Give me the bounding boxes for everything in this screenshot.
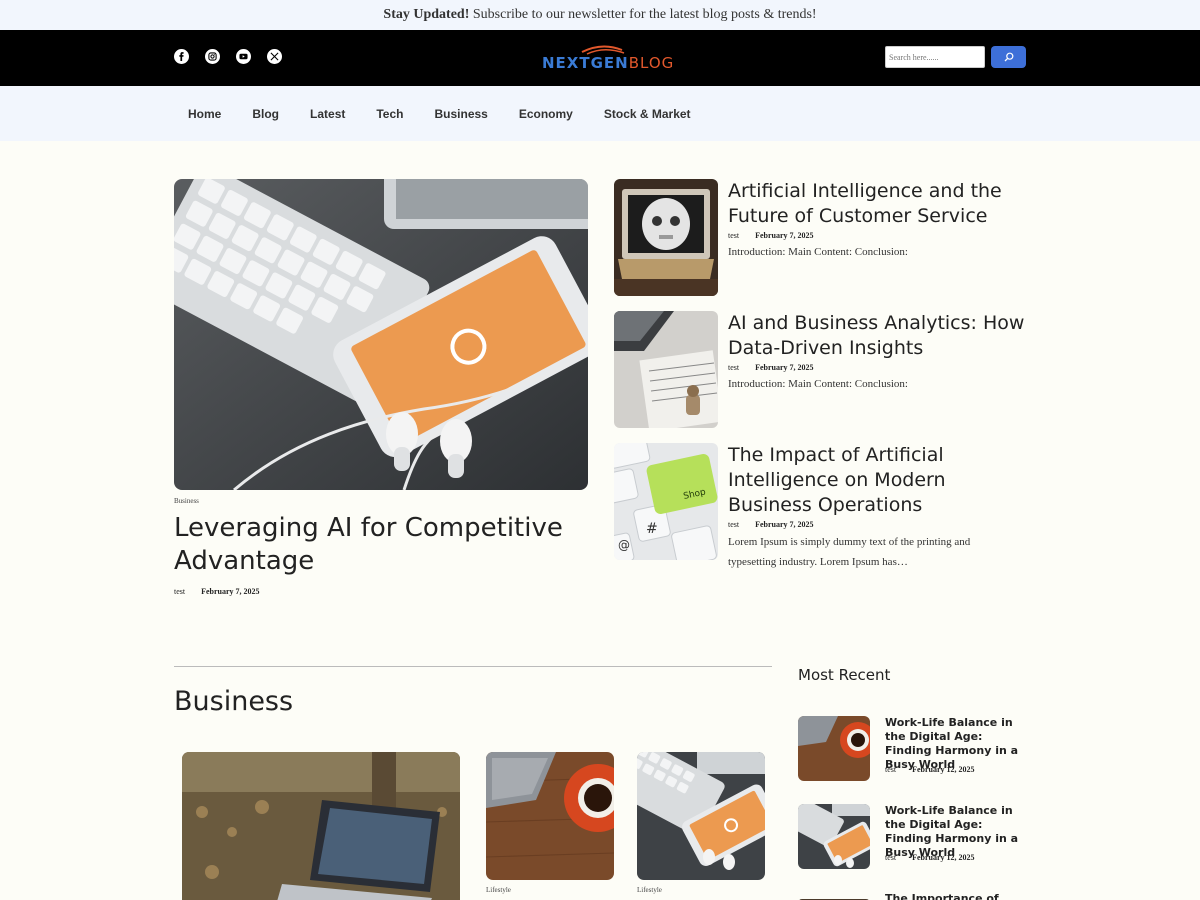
newsletter-bar: Stay Updated! Subscribe to our newslette… (0, 0, 1200, 30)
nav-item-economy[interactable]: Economy (519, 107, 573, 121)
side-post: Artificial Intelligence and the Future o… (614, 179, 1026, 296)
nav-item-latest[interactable]: Latest (310, 107, 345, 121)
recent-item: The Importance of Self- (798, 892, 1028, 900)
business-card-image[interactable] (637, 752, 765, 880)
most-recent-title: Most Recent (798, 666, 891, 684)
hero-category[interactable]: Business (174, 497, 199, 505)
section-divider (174, 666, 772, 667)
nav-item-tech[interactable]: Tech (376, 107, 403, 121)
logo-secondary: BLOG (628, 54, 675, 72)
side-post-excerpt: Lorem Ipsum is simply dummy text of the … (728, 536, 971, 568)
recent-thumbnail[interactable] (798, 804, 870, 869)
side-post-title[interactable]: Artificial Intelligence and the Future o… (728, 179, 1026, 229)
side-post-title[interactable]: AI and Business Analytics: How Data-Driv… (728, 311, 1026, 361)
recent-item: Work-Life Balance in the Digital Age: Fi… (798, 804, 1028, 869)
recent-item: Work-Life Balance in the Digital Age: Fi… (798, 716, 1028, 781)
recent-item-meta: test February 12, 2025 (885, 853, 975, 862)
hero-image[interactable] (174, 179, 588, 490)
side-post-title[interactable]: The Impact of Artificial Intelligence on… (728, 443, 1026, 518)
main-nav: Home Blog Latest Tech Business Economy S… (0, 86, 1200, 141)
recent-item-title[interactable]: Work-Life Balance in the Digital Age: Fi… (885, 716, 1030, 772)
youtube-icon[interactable] (236, 49, 251, 64)
svg-text:@: @ (618, 538, 630, 552)
nav-item-stock-market[interactable]: Stock & Market (604, 107, 691, 121)
recent-date: February 12, 2025 (912, 853, 975, 862)
x-icon[interactable] (267, 49, 282, 64)
instagram-icon[interactable] (205, 49, 220, 64)
recent-item-title[interactable]: The Importance of Self- (885, 892, 1030, 900)
post-date: February 7, 2025 (755, 520, 814, 529)
side-post-meta: test February 7, 2025 (728, 520, 814, 529)
nav-item-business[interactable]: Business (434, 107, 487, 121)
recent-thumbnail[interactable] (798, 892, 870, 900)
business-card-category[interactable]: Lifestyle (637, 886, 662, 894)
newsletter-bold: Stay Updated! (383, 7, 470, 22)
post-thumbnail[interactable] (614, 311, 718, 428)
side-post-excerpt: Introduction: Main Content: Conclusion: (728, 378, 908, 390)
post-author[interactable]: test (728, 231, 739, 240)
recent-item-title[interactable]: Work-Life Balance in the Digital Age: Fi… (885, 804, 1030, 860)
hero-title[interactable]: Leveraging AI for Competitive Advantage (174, 512, 594, 578)
hero-author[interactable]: test (174, 587, 185, 596)
search-input[interactable] (885, 46, 985, 68)
facebook-icon[interactable] (174, 49, 189, 64)
logo-primary: NEXTGEN (542, 54, 629, 72)
post-author[interactable]: test (728, 363, 739, 372)
newsletter-text: Subscribe to our newsletter for the late… (469, 7, 817, 22)
recent-item-meta: test February 12, 2025 (885, 765, 975, 774)
search-button[interactable] (991, 46, 1026, 68)
section-title: Business (174, 686, 294, 717)
post-date: February 7, 2025 (755, 363, 814, 372)
logo-text: NEXTGENBLOG (542, 54, 674, 72)
recent-thumbnail[interactable] (798, 716, 870, 781)
side-post-meta: test February 7, 2025 (728, 231, 814, 240)
nav-item-blog[interactable]: Blog (252, 107, 279, 121)
business-card-image[interactable] (486, 752, 614, 880)
business-card-category[interactable]: Lifestyle (486, 886, 511, 894)
site-header: NEXTGENBLOG (0, 30, 1200, 86)
hero-meta: test February 7, 2025 (174, 587, 260, 596)
site-logo[interactable]: NEXTGENBLOG (542, 42, 673, 74)
nav-item-home[interactable]: Home (188, 107, 221, 121)
side-post-meta: test February 7, 2025 (728, 363, 814, 372)
post-author[interactable]: test (728, 520, 739, 529)
social-links (174, 49, 282, 64)
hero-date: February 7, 2025 (201, 587, 260, 596)
post-thumbnail[interactable] (614, 179, 718, 296)
svg-text:#: # (646, 521, 658, 537)
side-post: AI and Business Analytics: How Data-Driv… (614, 311, 1026, 428)
recent-author[interactable]: test (885, 853, 896, 862)
post-thumbnail[interactable]: Shop # @ (614, 443, 718, 560)
side-post-excerpt: Introduction: Main Content: Conclusion: (728, 246, 908, 258)
recent-date: February 12, 2025 (912, 765, 975, 774)
business-card-image[interactable] (182, 752, 460, 900)
recent-author[interactable]: test (885, 765, 896, 774)
search-icon (1004, 52, 1013, 62)
side-post: Shop # @ The Impact of Artificial Intell… (614, 443, 1026, 573)
post-date: February 7, 2025 (755, 231, 814, 240)
